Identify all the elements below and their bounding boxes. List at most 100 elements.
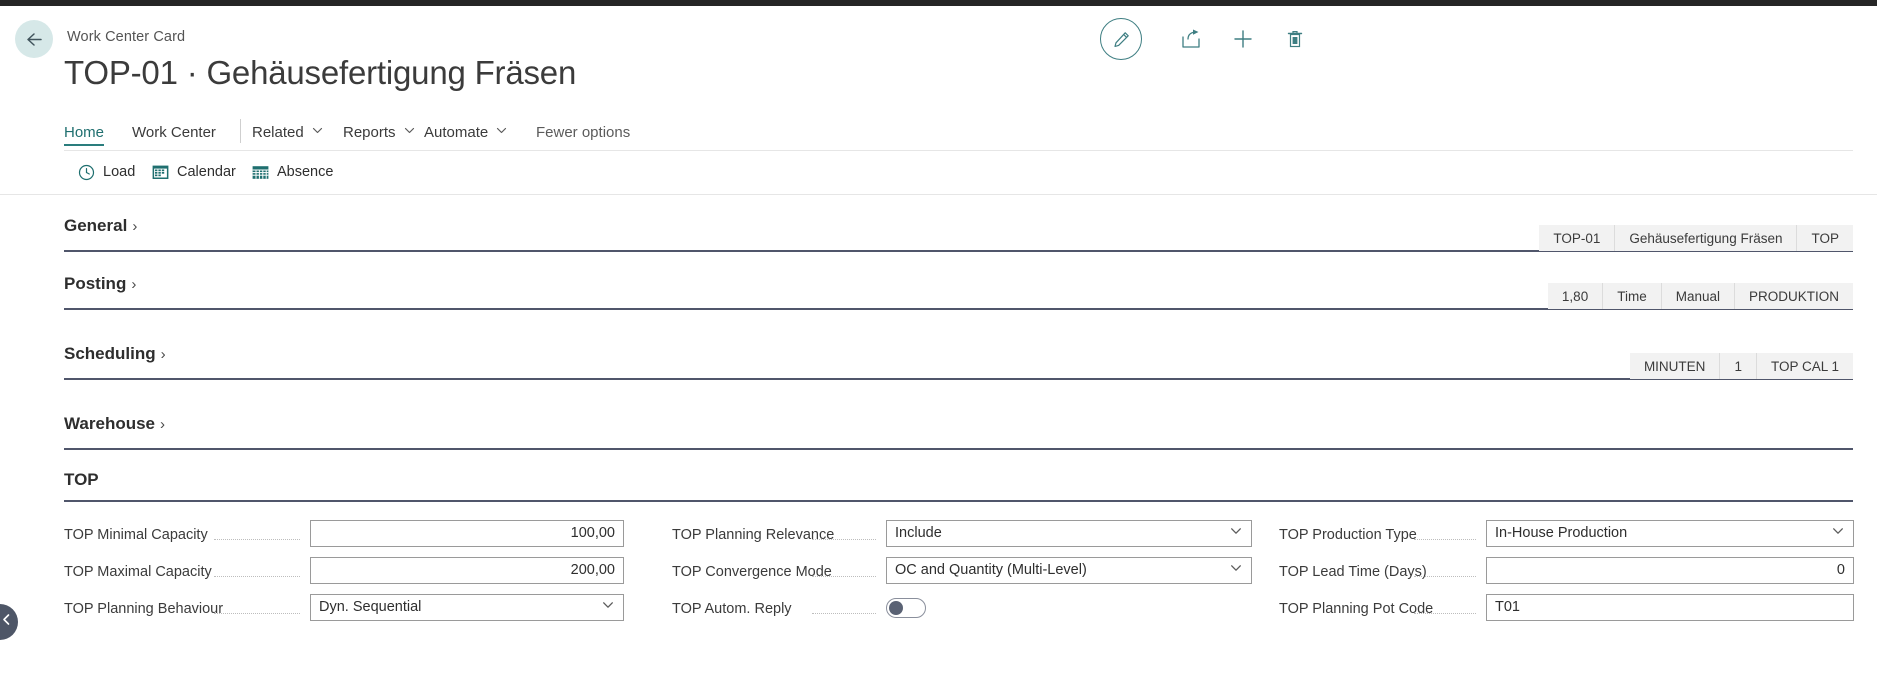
section-scheduling: Scheduling › MINUTEN1TOP CAL 1 (64, 336, 1853, 394)
panel-toggle-handle[interactable] (0, 604, 18, 640)
field-label: TOP Planning Relevance (672, 527, 834, 543)
ribbon-button-load[interactable]: Load (78, 152, 135, 192)
calendar-icon (152, 164, 169, 180)
new-icon-button[interactable] (1222, 18, 1264, 60)
summary-chip: TOP CAL 1 (1756, 353, 1853, 379)
input-top-lead-time-days-[interactable] (1486, 557, 1854, 584)
page-title: TOP-01 · Gehäusefertigung Fräsen (64, 54, 576, 92)
nav-tab-work-center[interactable]: Work Center (132, 114, 216, 150)
load-clock-icon (78, 164, 95, 181)
dropdown-top-convergence-mode[interactable]: OC and Quantity (Multi-Level) (886, 557, 1252, 584)
chevron-right-icon: › (131, 276, 136, 293)
section-title-label: General (64, 216, 127, 236)
nav-tab-label: Home (64, 124, 104, 141)
field-control (310, 520, 624, 547)
edit-icon-button[interactable] (1100, 18, 1142, 60)
section-general: General›TOP-01Gehäusefertigung FräsenTOP (64, 208, 1853, 266)
section-warehouse: Warehouse› (64, 406, 1853, 464)
page-header: Work Center Card TOP-01 · Gehäusefertigu… (0, 6, 1877, 120)
dropdown-top-planning-behaviour[interactable]: Dyn. Sequential (310, 594, 624, 621)
nav-tab-home[interactable]: Home (64, 114, 104, 150)
plus-icon (1232, 28, 1254, 50)
field-control: Dyn. Sequential (310, 594, 624, 621)
chevron-down-icon[interactable] (601, 598, 615, 616)
field-control (310, 557, 624, 584)
chevron-down-icon (311, 124, 324, 141)
navigation-tabs: Home Work Center Related Reports Automate Few… (0, 114, 1877, 150)
section-header-posting[interactable]: Posting› (64, 274, 136, 294)
section-header-scheduling[interactable]: Scheduling › (64, 344, 166, 364)
field-leader-dots (812, 539, 876, 540)
chevron-down-icon[interactable] (1229, 561, 1243, 579)
summary-chip: PRODUKTION (1734, 283, 1853, 309)
field-column-1: TOP Minimal Capacity TOP Maximal Capacity… (64, 520, 624, 631)
nav-tab-related[interactable]: Related (252, 114, 324, 150)
input-top-minimal-capacity[interactable] (310, 520, 624, 547)
summary-chip: Time (1602, 283, 1661, 309)
section-summary-chips: 1,80TimeManualPRODUKTION (1548, 283, 1853, 309)
toggle-knob (889, 601, 903, 615)
field-control: In-House Production (1486, 520, 1854, 547)
field-control: OC and Quantity (Multi-Level) (886, 557, 1252, 584)
ribbon-button-calendar[interactable]: Calendar (152, 152, 236, 192)
section-title-label: Scheduling (64, 344, 156, 364)
summary-chip: 1 (1719, 353, 1756, 379)
nav-tab-label: Automate (424, 124, 488, 141)
field-control (886, 594, 930, 621)
field-label: TOP Planning Pot Code (1279, 601, 1433, 617)
ribbon-button-label: Load (103, 164, 135, 180)
field-label: TOP Minimal Capacity (64, 527, 208, 543)
arrow-left-icon (25, 30, 44, 49)
summary-chip: TOP-01 (1539, 225, 1614, 251)
chevron-right-icon: › (161, 346, 166, 363)
section-header-general[interactable]: General › (64, 216, 137, 236)
dropdown-value: In-House Production (1495, 525, 1627, 541)
share-icon-button[interactable] (1170, 18, 1212, 60)
chevron-down-icon[interactable] (1831, 524, 1845, 542)
toggle-top-autom-reply[interactable] (886, 598, 926, 618)
field-label: TOP Autom. Reply (672, 601, 792, 617)
nav-tab-label: Fewer options (536, 124, 630, 141)
trash-icon (1285, 29, 1305, 49)
nav-tab-label: Work Center (132, 124, 216, 141)
field-row: TOP Autom. Reply (672, 594, 1252, 626)
field-label: TOP Convergence Mode (672, 564, 832, 580)
edit-pencil-icon (1112, 30, 1131, 49)
summary-chip: Manual (1661, 283, 1734, 309)
dropdown-top-planning-relevance[interactable]: Include (886, 520, 1252, 547)
share-icon (1180, 28, 1202, 50)
input-top-planning-pot-code[interactable] (1486, 594, 1854, 621)
section-rule (64, 378, 1853, 380)
field-row: TOP Convergence Mode OC and Quantity (Mul… (672, 557, 1252, 589)
chevron-down-icon (403, 124, 416, 141)
field-leader-dots (812, 576, 876, 577)
ribbon-button-absence[interactable]: Absence (252, 152, 333, 192)
chevron-down-icon[interactable] (1229, 524, 1243, 542)
input-top-maximal-capacity[interactable] (310, 557, 624, 584)
field-row: TOP Maximal Capacity (64, 557, 624, 589)
ribbon-button-label: Calendar (177, 164, 236, 180)
delete-icon-button[interactable] (1274, 18, 1316, 60)
breadcrumb[interactable]: Work Center Card (67, 29, 185, 45)
action-ribbon: Load Calendar Absence (0, 152, 1877, 192)
field-label: TOP Planning Behaviour (64, 601, 223, 617)
chevron-right-icon: › (160, 416, 165, 433)
summary-chip: MINUTEN (1630, 353, 1720, 379)
field-row: TOP Lead Time (Days) (1279, 557, 1854, 589)
chevron-right-icon: › (132, 218, 137, 235)
field-label: TOP Production Type (1279, 527, 1417, 543)
active-tab-underline (64, 144, 104, 146)
dropdown-top-production-type[interactable]: In-House Production (1486, 520, 1854, 547)
field-column-2: TOP Planning Relevance Include TOP Converg… (672, 520, 1252, 631)
field-label: TOP Lead Time (Days) (1279, 564, 1427, 580)
field-leader-dots (214, 539, 300, 540)
nav-tab-reports[interactable]: Reports (343, 114, 416, 150)
nav-tab-automate[interactable]: Automate (424, 114, 508, 150)
chevron-left-icon (0, 613, 13, 631)
section-header-warehouse[interactable]: Warehouse› (64, 414, 165, 434)
ribbon-divider (0, 194, 1877, 195)
top-section-divider (64, 500, 1853, 502)
back-button[interactable] (15, 20, 53, 58)
nav-tab-fewer-options[interactable]: Fewer options (536, 114, 630, 150)
field-leader-dots (214, 613, 300, 614)
